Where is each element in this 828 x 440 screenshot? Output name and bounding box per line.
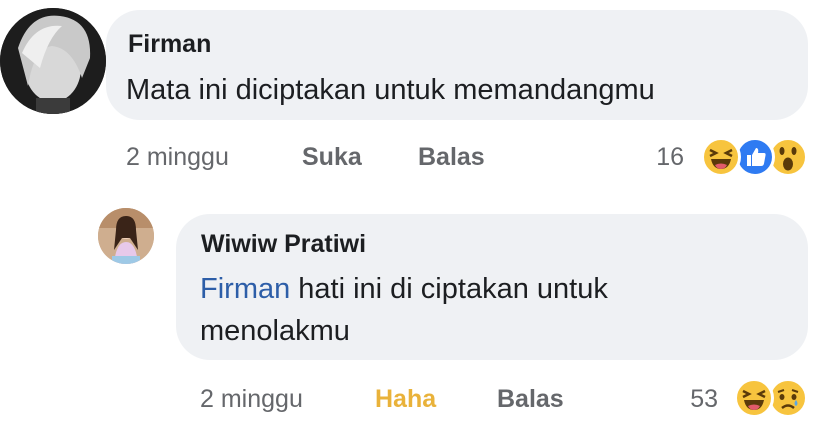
avatar-image	[0, 8, 106, 114]
sad-icon[interactable]	[768, 378, 808, 418]
haha-reaction-button[interactable]: Haha	[375, 385, 436, 414]
comment-text-part: hati ini di ciptakan untuk	[298, 273, 608, 305]
like-icon[interactable]	[735, 137, 775, 177]
comment-text: Mata ini diciptakan untuk memandangmu	[126, 74, 655, 106]
haha-icon[interactable]	[734, 378, 774, 418]
avatar[interactable]	[98, 208, 154, 264]
reply-button[interactable]: Balas	[418, 143, 485, 172]
avatar-image	[98, 208, 154, 264]
comment-author[interactable]: Wiwiw Pratiwi	[201, 230, 366, 259]
reaction-count[interactable]: 53	[658, 385, 718, 414]
reply-button[interactable]: Balas	[497, 385, 564, 414]
comment-timestamp[interactable]: 2 minggu	[126, 143, 229, 172]
haha-icon[interactable]	[701, 137, 741, 177]
comment-text-line2: menolakmu	[200, 315, 350, 347]
comment-firman: Firman Mata ini diciptakan untuk memanda…	[0, 0, 828, 200]
comment-author[interactable]: Firman	[128, 30, 211, 59]
comment-text: Firman hati ini di ciptakan untuk menola…	[200, 268, 790, 352]
comment-timestamp[interactable]: 2 minggu	[200, 385, 303, 414]
mention-link[interactable]: Firman	[200, 273, 290, 305]
avatar[interactable]	[0, 8, 106, 114]
comment-wiwiw-pratiwi: Wiwiw Pratiwi Firman hati ini di ciptaka…	[0, 200, 828, 440]
like-button[interactable]: Suka	[302, 143, 362, 172]
comment-text-line1: Firman hati ini di ciptakan untuk	[200, 268, 790, 310]
reaction-count[interactable]: 16	[624, 143, 684, 172]
